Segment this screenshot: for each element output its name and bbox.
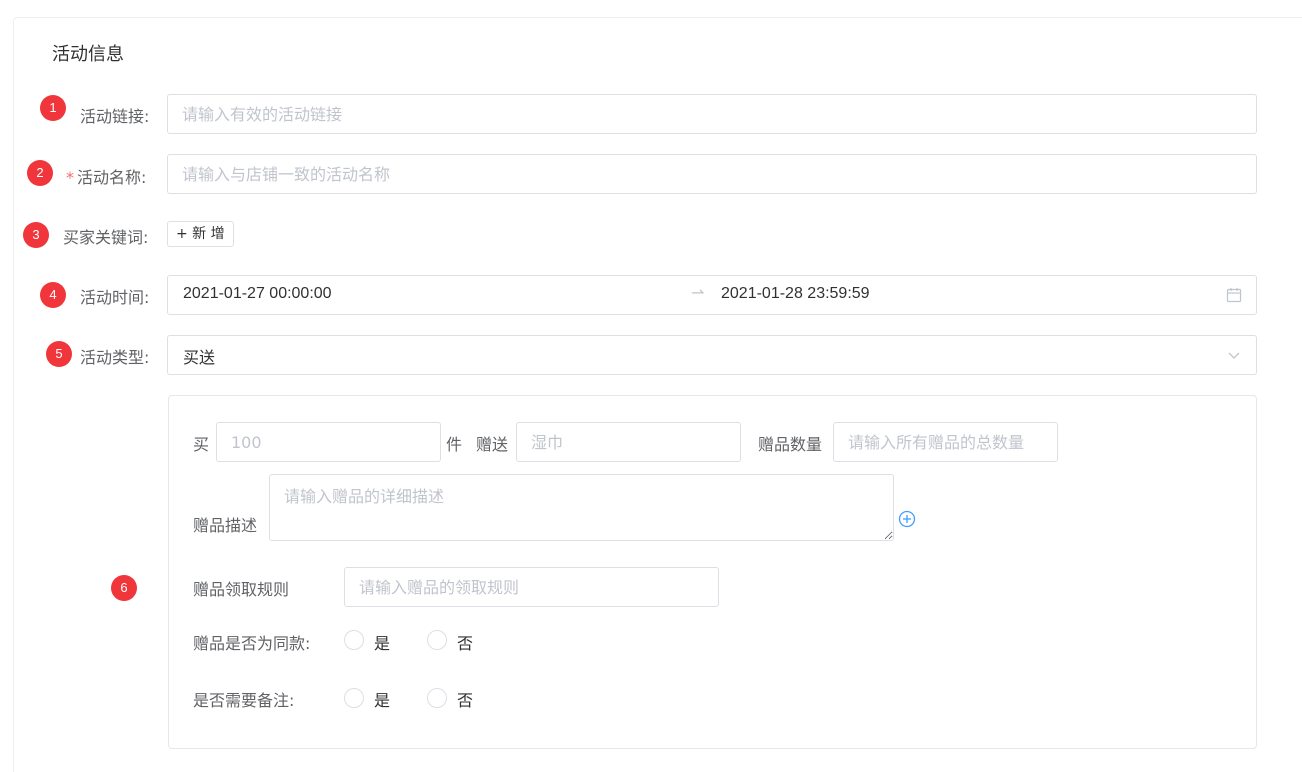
activity-type-value: 买送 [183,348,216,367]
step-badge-5: 5 [46,341,72,367]
activity-name-label: * 活动名称: [66,164,146,188]
calendar-icon[interactable] [1226,287,1242,307]
range-end-value[interactable]: 2021-01-28 23:59:59 [721,285,870,303]
buy-label: 买 [193,435,210,454]
need-remark-label: 是否需要备注: [193,691,295,710]
gift-description-label: 赠品描述 [193,516,258,535]
range-separator: ⇀ [691,283,705,302]
activity-name-input[interactable] [167,154,1257,194]
step-badge-2: 2 [27,160,53,186]
need-remark-no-radio[interactable] [427,688,447,708]
add-circle-icon[interactable] [898,510,916,532]
section-title: 活动信息 [52,44,124,65]
required-mark: * [66,168,74,187]
activity-type-label: 活动类型: [80,348,150,367]
need-remark-yes-radio[interactable] [344,688,364,708]
step-badge-4: 4 [40,282,66,308]
activity-link-label: 活动链接: [80,107,150,126]
same-style-no-label[interactable]: 否 [457,630,473,654]
buy-quantity-input[interactable] [216,422,441,462]
gift-quantity-label: 赠品数量 [758,435,823,454]
chevron-down-icon[interactable] [1226,347,1242,367]
date-range-picker[interactable]: 2021-01-27 00:00:00 ⇀ 2021-01-28 23:59:5… [167,275,1257,315]
gift-name-input[interactable] [516,422,741,462]
step-badge-6: 6 [111,575,137,601]
gift-same-style-label: 赠品是否为同款: [193,634,311,653]
activity-name-label-text: 活动名称: [77,168,147,187]
same-style-yes-label[interactable]: 是 [374,630,390,654]
gift-description-textarea[interactable] [269,474,894,541]
buyer-keywords-label: 买家关键词: [63,228,149,247]
step-badge-3: 3 [23,222,49,248]
gift-rule-label: 赠品领取规则 [193,580,290,599]
activity-type-select[interactable]: 买送 [167,335,1257,375]
need-remark-yes-label[interactable]: 是 [374,687,390,711]
need-remark-no-label[interactable]: 否 [457,687,473,711]
step-badge-1: 1 [40,95,66,121]
gift-rule-input[interactable] [344,567,719,607]
unit-label: 件 [446,435,463,454]
activity-time-label: 活动时间: [80,288,150,307]
add-keyword-button[interactable]: + 新 增 [167,221,234,247]
activity-link-input[interactable] [167,94,1257,134]
same-style-yes-radio[interactable] [344,630,364,650]
range-start-value[interactable]: 2021-01-27 00:00:00 [183,285,332,303]
give-label: 赠送 [476,435,509,454]
same-style-no-radio[interactable] [427,630,447,650]
gift-quantity-input[interactable] [833,422,1058,462]
